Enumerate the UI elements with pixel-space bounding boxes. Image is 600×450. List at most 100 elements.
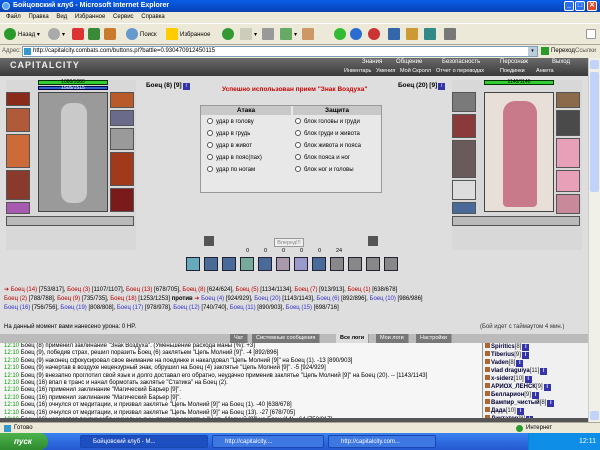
- fighter-entry[interactable]: Боец (15) [698/716]: [286, 305, 339, 311]
- favorites-button[interactable]: Избранное: [166, 28, 210, 42]
- left-player-name[interactable]: Боец (8) [9] i: [146, 82, 190, 90]
- attack-option-head[interactable]: удар в голову: [207, 118, 254, 126]
- fighter-entry[interactable]: Боец (16) [756/756],: [4, 305, 60, 311]
- address-input[interactable]: http://capitalcity.combats.com/buttons.p…: [22, 46, 538, 57]
- left-shield-slot[interactable]: [110, 152, 134, 186]
- right-boots-slot[interactable]: [556, 194, 580, 214]
- info-icon[interactable]: i: [543, 384, 551, 391]
- left-earring-slot[interactable]: [110, 92, 134, 108]
- info-icon[interactable]: i: [522, 344, 530, 351]
- user-entry[interactable]: Вампир_чистый[8] i: [483, 399, 588, 407]
- left-weapon-slot[interactable]: [6, 134, 30, 168]
- skill-slot-5[interactable]: [258, 257, 272, 271]
- fighter-entry[interactable]: Боец (9) [735/735],: [57, 296, 110, 302]
- attack-option-legs[interactable]: удар по ногам: [207, 166, 255, 174]
- skill-slot-1[interactable]: [186, 257, 200, 271]
- start-button[interactable]: пуск: [0, 433, 48, 450]
- user-entry[interactable]: Vaden[8] i: [483, 359, 588, 367]
- nav-skills[interactable]: Умения: [376, 68, 395, 74]
- user-entry[interactable]: Spiritics[8] i: [483, 343, 588, 351]
- left-gloves-slot[interactable]: [110, 128, 134, 150]
- right-shield-slot[interactable]: [556, 138, 580, 168]
- user-entry[interactable]: x-siderz[10] i: [483, 375, 588, 383]
- right-spell-slots[interactable]: [452, 216, 580, 226]
- nav-profile[interactable]: Анкета: [536, 68, 554, 74]
- info-icon[interactable]: i: [547, 400, 555, 407]
- left-helmet-slot[interactable]: [6, 92, 30, 106]
- defense-option-waist-legs[interactable]: блок пояса и ног: [295, 154, 350, 162]
- left-boots-slot[interactable]: [110, 188, 134, 212]
- extra-button-5[interactable]: [444, 28, 458, 42]
- tab-settings[interactable]: Настройки: [416, 334, 452, 343]
- right-belt-slot[interactable]: [452, 202, 476, 214]
- page-scrollbar[interactable]: [588, 58, 600, 422]
- right-ring-slot[interactable]: [556, 110, 580, 136]
- skill-slot-7[interactable]: [294, 257, 308, 271]
- attack-option-chest[interactable]: удар в грудь: [207, 130, 250, 138]
- info-icon[interactable]: i: [521, 352, 529, 359]
- skull-icon-right[interactable]: [368, 236, 378, 246]
- right-amulet-slot[interactable]: [452, 114, 476, 138]
- info-icon[interactable]: i: [182, 83, 190, 90]
- right-weapon-slot[interactable]: [452, 140, 476, 178]
- tab-chat[interactable]: Чат: [230, 334, 249, 343]
- task-item-3[interactable]: http://capitalcity.com...: [328, 435, 436, 448]
- skill-slot-6[interactable]: [276, 257, 290, 271]
- info-icon[interactable]: i: [540, 368, 548, 375]
- skill-slot-12[interactable]: [384, 257, 398, 271]
- info-icon[interactable]: i: [524, 376, 532, 383]
- left-armor-slot[interactable]: [6, 170, 30, 200]
- menu-view[interactable]: Вид: [56, 14, 67, 20]
- defense-option-stomach-waist[interactable]: блок живота и пояса: [295, 142, 361, 150]
- go-button[interactable]: Переход: [551, 45, 575, 58]
- skill-slot-9[interactable]: [330, 257, 344, 271]
- nav-inventory[interactable]: Инвентарь: [344, 68, 371, 74]
- right-helmet-slot[interactable]: [452, 92, 476, 112]
- fighter-entry[interactable]: Боец (1) [638/678]: [347, 287, 397, 293]
- stop-button[interactable]: [72, 28, 86, 42]
- nav-security[interactable]: Безопасность: [442, 59, 480, 65]
- print-button[interactable]: [262, 28, 276, 42]
- fighter-entry[interactable]: Боец (4) [924/929],: [201, 296, 254, 302]
- fighter-entry[interactable]: Боец (8) [624/624],: [182, 287, 235, 293]
- task-item-1[interactable]: Бойцовский клуб - M...: [80, 435, 208, 448]
- msn-button[interactable]: [350, 28, 364, 42]
- fighter-entry[interactable]: Боец (2) [788/788],: [4, 296, 57, 302]
- fighter-entry[interactable]: Боец (20) [1143/1143],: [254, 296, 316, 302]
- scroll-down-button[interactable]: [590, 411, 599, 420]
- info-icon[interactable]: i: [516, 360, 524, 367]
- fighter-entry[interactable]: Боец (10) [986/986]: [370, 296, 423, 302]
- user-entry[interactable]: АРИОХ_ЛЕНСК[9] i: [483, 383, 588, 391]
- fighter-entry[interactable]: Боец (3) [1107/1107],: [67, 287, 126, 293]
- skill-slot-8[interactable]: [312, 257, 326, 271]
- user-entry[interactable]: Дада[10] i: [483, 407, 588, 415]
- maximize-button[interactable]: □: [575, 1, 585, 11]
- info-icon[interactable]: i: [438, 83, 446, 90]
- nav-character[interactable]: Персонаж: [500, 59, 528, 65]
- nav-knowledge[interactable]: Знания: [362, 59, 382, 65]
- attack-option-waist[interactable]: удар в пояс(пах): [207, 154, 262, 162]
- extra-button-3[interactable]: [406, 28, 420, 42]
- fighter-entry[interactable]: Боец (12) [740/740],: [173, 305, 229, 311]
- left-belt-slot[interactable]: [6, 202, 30, 214]
- fighter-entry[interactable]: Боец (11) [890/903],: [230, 305, 286, 311]
- extra-button-2[interactable]: [388, 28, 402, 42]
- tab-system-messages[interactable]: Системные сообщения: [252, 334, 321, 343]
- right-player-name[interactable]: Боец (20) [9] i: [398, 82, 446, 90]
- refresh-button[interactable]: [88, 28, 102, 42]
- icq-button[interactable]: [334, 28, 348, 42]
- defense-option-chest-stomach[interactable]: блок груди и живота: [295, 130, 360, 138]
- fighter-entry[interactable]: Боец (7) [913/913],: [294, 287, 347, 293]
- fighter-entry[interactable]: Боец (18) [1253/1253]: [110, 296, 171, 302]
- skill-slot-4[interactable]: [240, 257, 254, 271]
- left-ring-slot[interactable]: [110, 110, 134, 126]
- extra-button-1[interactable]: [368, 28, 382, 42]
- user-entry[interactable]: Белларион[9] i: [483, 391, 588, 399]
- scroll-thumb[interactable]: [590, 72, 599, 192]
- fighter-entry[interactable]: Боец (17) [978/978],: [117, 305, 173, 311]
- menu-file[interactable]: Файл: [6, 14, 21, 20]
- nav-fights[interactable]: Поединки: [500, 68, 525, 74]
- close-button[interactable]: ✕: [587, 1, 597, 11]
- menu-help[interactable]: Справка: [141, 14, 165, 20]
- extra-button-4[interactable]: [424, 28, 438, 42]
